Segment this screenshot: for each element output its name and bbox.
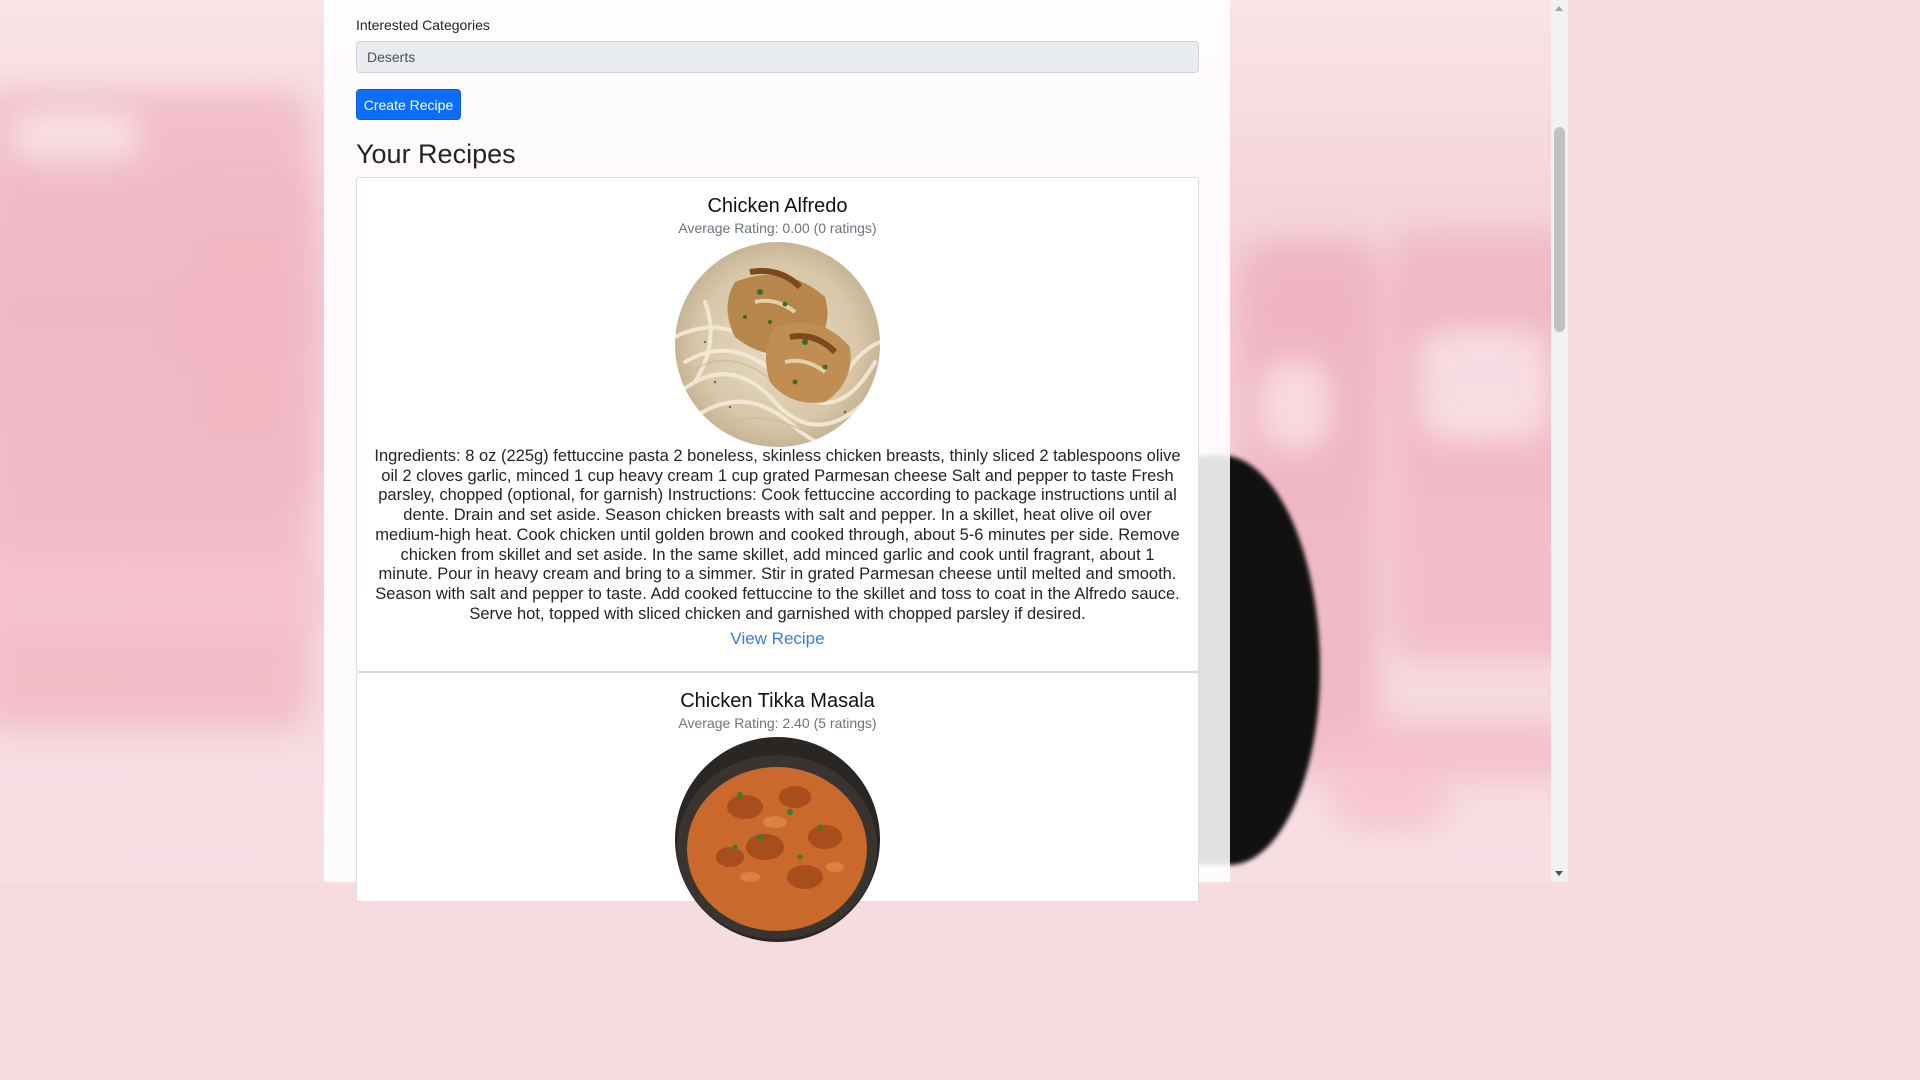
main-content: Interested Categories Deserts Create Rec… bbox=[324, 0, 1230, 942]
recipe-rating: Average Rating: 0.00 (0 ratings) bbox=[678, 220, 877, 236]
recipe-title: Chicken Alfredo bbox=[707, 195, 848, 217]
recipe-description: Ingredients: 8 oz (225g) fettuccine past… bbox=[374, 447, 1181, 623]
categories-label: Interested Categories bbox=[356, 17, 490, 33]
view-recipe-link[interactable]: View Recipe bbox=[357, 629, 1198, 649]
recipe-card: Chicken Alfredo Average Rating: 0.00 (0 … bbox=[356, 177, 1199, 672]
scroll-down-arrow-icon[interactable] bbox=[1555, 871, 1563, 876]
recipe-rating: Average Rating: 2.40 (5 ratings) bbox=[678, 715, 877, 731]
recipe-card: Chicken Tikka Masala Average Rating: 2.4… bbox=[356, 672, 1199, 942]
recipe-title: Chicken Tikka Masala bbox=[680, 690, 875, 712]
your-recipes-heading: Your Recipes bbox=[356, 139, 516, 169]
categories-input[interactable]: Deserts bbox=[356, 41, 1199, 73]
page-scrollbar[interactable] bbox=[1551, 0, 1568, 882]
recipe-photo bbox=[675, 737, 880, 942]
create-recipe-button[interactable]: Create Recipe bbox=[356, 89, 461, 120]
scroll-up-arrow-icon[interactable] bbox=[1555, 6, 1563, 11]
recipe-photo bbox=[675, 242, 880, 447]
scrollbar-thumb[interactable] bbox=[1554, 127, 1565, 332]
